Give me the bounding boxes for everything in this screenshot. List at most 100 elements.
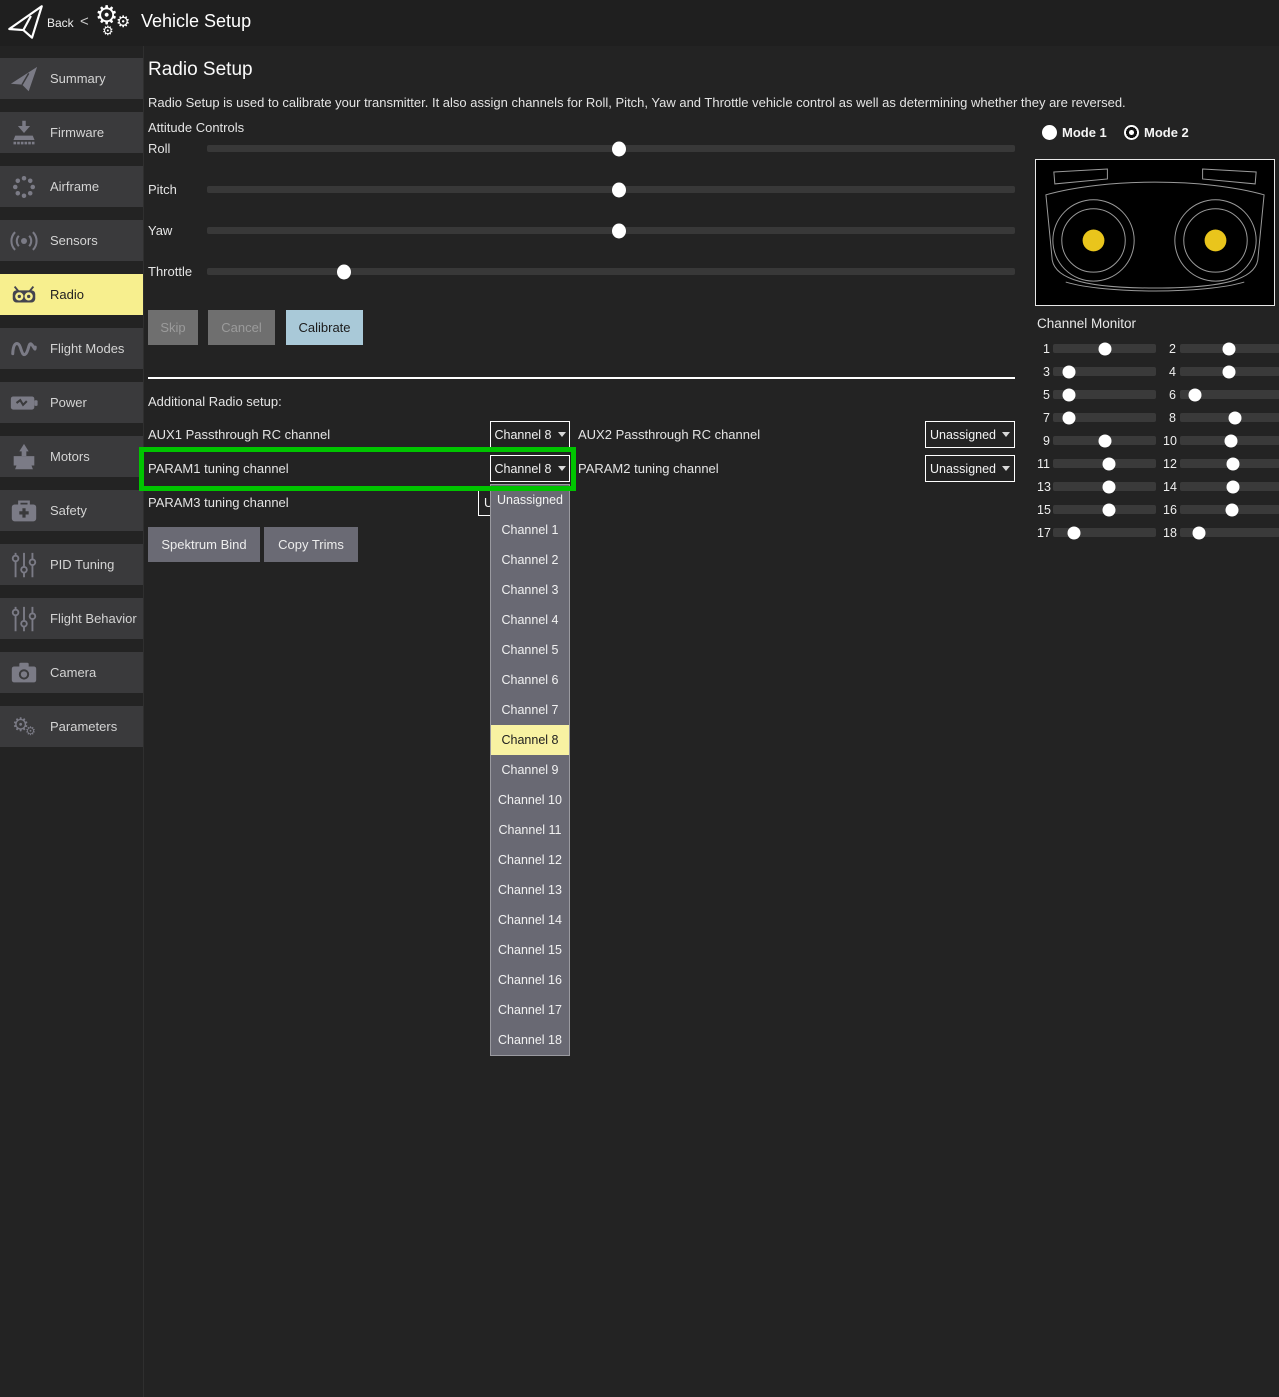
slider-thumb[interactable] — [612, 141, 626, 156]
slider-thumb[interactable] — [337, 264, 351, 279]
aux1-label: AUX1 Passthrough RC channel — [148, 421, 330, 448]
sidebar-item-motors[interactable]: Motors — [0, 436, 143, 477]
channel-monitor-row: 34 — [1037, 360, 1279, 383]
chevron-down-icon — [558, 466, 566, 471]
mode-1-option[interactable]: Mode 1 — [1042, 125, 1107, 140]
channel-monitor-dot — [1102, 480, 1115, 493]
cancel-button[interactable]: Cancel — [208, 310, 275, 345]
channel-monitor-track — [1053, 367, 1156, 376]
channel-monitor: 123456789101112131415161718 — [1037, 337, 1279, 544]
spektrum-bind-button[interactable]: Spektrum Bind — [148, 527, 260, 562]
channel-number: 18 — [1163, 526, 1176, 540]
sidebar-item-label: PID Tuning — [50, 557, 114, 572]
safety-case-icon — [6, 496, 42, 526]
dropdown-option-unassigned[interactable]: Unassigned — [491, 485, 569, 515]
dropdown-option-channel-11[interactable]: Channel 11 — [491, 815, 569, 845]
slider-label: Throttle — [148, 264, 207, 279]
sidebar-item-label: Flight Behavior — [50, 611, 137, 626]
aux1-channel-dropdown[interactable]: Channel 8 — [490, 421, 570, 448]
channel-number: 12 — [1163, 457, 1176, 471]
dropdown-option-channel-14[interactable]: Channel 14 — [491, 905, 569, 935]
dropdown-option-channel-13[interactable]: Channel 13 — [491, 875, 569, 905]
firmware-download-icon — [6, 119, 42, 147]
dropdown-option-channel-8[interactable]: Channel 8 — [491, 725, 569, 755]
channel-monitor-track — [1180, 482, 1279, 491]
channel-monitor-track — [1180, 367, 1279, 376]
slider-track[interactable] — [207, 145, 1015, 152]
dropdown-option-channel-1[interactable]: Channel 1 — [491, 515, 569, 545]
slider-track[interactable] — [207, 186, 1015, 193]
channel-monitor-dot — [1063, 365, 1076, 378]
camera-icon — [6, 658, 42, 688]
param3-label: PARAM3 tuning channel — [148, 489, 289, 516]
dropdown-option-channel-3[interactable]: Channel 3 — [491, 575, 569, 605]
channel-number: 15 — [1037, 503, 1050, 517]
copy-trims-button[interactable]: Copy Trims — [264, 527, 358, 562]
aux2-channel-dropdown[interactable]: Unassigned — [925, 421, 1015, 448]
sidebar-item-summary[interactable]: Summary — [0, 58, 143, 99]
sidebar-item-safety[interactable]: Safety — [0, 490, 143, 531]
dropdown-option-channel-18[interactable]: Channel 18 — [491, 1025, 569, 1055]
sidebar-item-power[interactable]: Power — [0, 382, 143, 423]
channel-monitor-dot — [1063, 388, 1076, 401]
sidebar-item-radio[interactable]: Radio — [0, 274, 143, 315]
channel-number: 13 — [1037, 480, 1050, 494]
slider-track[interactable] — [207, 227, 1015, 234]
channel-monitor-heading: Channel Monitor — [1037, 316, 1136, 331]
dropdown-option-channel-6[interactable]: Channel 6 — [491, 665, 569, 695]
section-description: Radio Setup is used to calibrate your tr… — [148, 95, 1126, 110]
dropdown-option-channel-4[interactable]: Channel 4 — [491, 605, 569, 635]
radio-button-icon — [1042, 125, 1057, 140]
slider-thumb[interactable] — [612, 182, 626, 197]
channel-monitor-dot — [1226, 503, 1239, 516]
sidebar-item-camera[interactable]: Camera — [0, 652, 143, 693]
sidebar-item-pid-tuning[interactable]: PID Tuning — [0, 544, 143, 585]
dropdown-option-channel-16[interactable]: Channel 16 — [491, 965, 569, 995]
dropdown-option-channel-9[interactable]: Channel 9 — [491, 755, 569, 785]
dropdown-option-channel-12[interactable]: Channel 12 — [491, 845, 569, 875]
param1-label: PARAM1 tuning channel — [148, 455, 289, 482]
dropdown-option-channel-17[interactable]: Channel 17 — [491, 995, 569, 1025]
sidebar-item-firmware[interactable]: Firmware — [0, 112, 143, 153]
sidebar-item-label: Safety — [50, 503, 87, 518]
dropdown-option-channel-7[interactable]: Channel 7 — [491, 695, 569, 725]
mode-label: Mode 2 — [1144, 125, 1189, 140]
sidebar-item-sensors[interactable]: Sensors — [0, 220, 143, 261]
dropdown-option-channel-15[interactable]: Channel 15 — [491, 935, 569, 965]
channel-monitor-dot — [1098, 434, 1111, 447]
back-button[interactable]: Back — [47, 16, 74, 30]
transmitter-diagram — [1035, 159, 1275, 306]
breadcrumb-separator: < — [80, 13, 89, 30]
channel-monitor-track — [1180, 505, 1279, 514]
left-stick-dot — [1083, 230, 1105, 252]
channel-number: 9 — [1037, 434, 1050, 448]
gears-icon: ⚙⚙ — [6, 716, 42, 737]
channel-number: 4 — [1163, 365, 1176, 379]
dropdown-option-channel-2[interactable]: Channel 2 — [491, 545, 569, 575]
dropdown-value: Channel 8 — [495, 462, 552, 476]
sidebar-item-flight-modes[interactable]: Flight Modes — [0, 328, 143, 369]
calibrate-button[interactable]: Calibrate — [286, 310, 363, 345]
mode-2-option[interactable]: Mode 2 — [1124, 125, 1189, 140]
channel-monitor-dot — [1098, 342, 1111, 355]
channel-number: 6 — [1163, 388, 1176, 402]
sidebar-item-parameters[interactable]: ⚙⚙ Parameters — [0, 706, 143, 747]
channel-monitor-row: 1112 — [1037, 452, 1279, 475]
sidebar-item-airframe[interactable]: Airframe — [0, 166, 143, 207]
dropdown-option-channel-10[interactable]: Channel 10 — [491, 785, 569, 815]
slider-thumb[interactable] — [612, 223, 626, 238]
channel-monitor-track — [1053, 482, 1156, 491]
param1-channel-dropdown[interactable]: Channel 8 — [490, 455, 570, 482]
param2-channel-dropdown[interactable]: Unassigned — [925, 455, 1015, 482]
vehicle-setup-gears-icon: ⚙ ⚙ ⚙ — [95, 2, 137, 44]
battery-icon — [6, 388, 42, 418]
channel-monitor-track — [1180, 344, 1279, 353]
dropdown-option-channel-5[interactable]: Channel 5 — [491, 635, 569, 665]
channel-monitor-track — [1053, 413, 1156, 422]
slider-track[interactable] — [207, 268, 1015, 275]
channel-monitor-track — [1180, 459, 1279, 468]
skip-button[interactable]: Skip — [148, 310, 198, 345]
sidebar-item-flight-behavior[interactable]: Flight Behavior — [0, 598, 143, 639]
sidebar-item-label: Parameters — [50, 719, 117, 734]
sidebar-item-label: Radio — [50, 287, 84, 302]
